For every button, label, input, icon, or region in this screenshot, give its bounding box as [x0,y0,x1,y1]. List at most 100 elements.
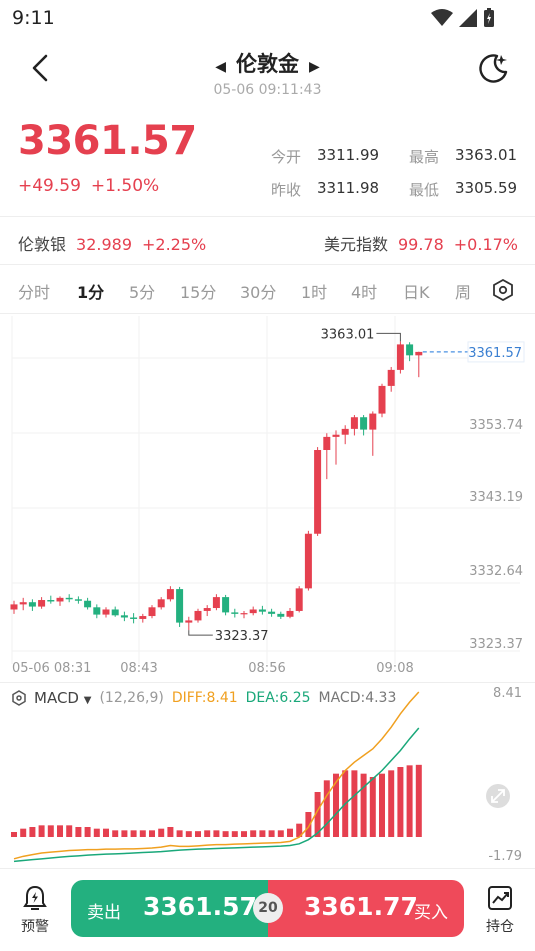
related-name: 伦敦银 [18,235,67,254]
macd-bar [75,827,82,837]
candle-body [249,609,257,614]
macd-bar [259,830,266,837]
candle-body [10,604,18,610]
current-price-line: 3361.57 [422,341,525,363]
y-tick-label: 3343.19 [469,490,523,505]
indicator-selector[interactable]: MACD ▼ [34,689,91,707]
chart-settings-icon[interactable] [493,279,513,301]
dropdown-icon: ▼ [83,695,92,706]
macd-bar [241,831,247,837]
indicator-settings-icon[interactable] [12,690,26,706]
sell-button[interactable]: 卖出 3361.57 [71,880,268,937]
macd-bar [84,827,91,837]
alert-button[interactable]: 预警 [10,884,60,936]
candle-body [47,600,55,602]
tab-30min[interactable]: 30分 [240,279,276,303]
candle-body [314,450,322,534]
divider [0,313,535,314]
candle-body [258,609,266,612]
current-price-tag: 3361.57 [468,346,522,361]
macd-bar [167,827,174,837]
macd-bar [112,830,119,837]
macd-bar [158,828,165,837]
positions-button[interactable]: 持仓 [475,884,525,936]
macd-value: MACD:4.33 [318,690,397,706]
macd-y-min: -1.79 [488,849,522,864]
candle-body [148,607,156,617]
macd-bar [250,830,257,837]
low-value: 3305.59 [455,179,518,197]
prev-symbol-icon[interactable]: ◀ [215,59,226,75]
tab-1hour[interactable]: 1时 [301,279,327,303]
candle-body [378,385,386,414]
night-mode-icon[interactable] [475,50,511,86]
macd-bar [121,830,128,837]
next-symbol-icon[interactable]: ▶ [309,59,320,75]
expand-icon[interactable] [486,784,510,808]
macd-bar [222,831,229,837]
title-block: ◀ 伦敦金 ▶ 05-06 09:11:43 [0,48,535,98]
tab-15min[interactable]: 15分 [180,279,216,303]
candle-body [277,613,285,617]
macd-bar [57,825,63,837]
macd-bar [323,780,330,837]
tab-5min[interactable]: 5分 [129,279,155,303]
macd-params: (12,26,9) [99,690,164,706]
low-label: 最低 [409,181,440,199]
macd-bar [287,828,293,837]
macd-bar [139,830,146,837]
candle-body [350,417,358,429]
divider [0,868,535,869]
change-percent: +1.50% [90,176,160,196]
prev-close-label: 昨收 [271,181,302,199]
buy-label: 买入 [414,903,448,923]
related-item-silver[interactable]: 伦敦银 32.989 +2.25% [18,231,216,255]
buy-button[interactable]: 3361.77 买入 [268,880,464,937]
status-bar: 9:11 [0,0,535,36]
candle-body [406,344,414,356]
high-marker: 3363.01 [321,327,401,342]
candle-body [176,589,184,623]
macd-bar [369,777,376,837]
symbol-switcher[interactable]: ◀ 伦敦金 ▶ [0,48,535,78]
candle-body [369,413,377,430]
wifi-icon [431,9,453,26]
related-price: 99.78 [397,235,444,254]
tab-weekly[interactable]: 周 [455,279,471,303]
divider [0,682,535,683]
chart-grid [11,316,520,664]
macd-bar [388,770,395,837]
dea-line [13,727,420,863]
sell-price: 3361.57 [143,892,257,921]
candle-body [111,609,119,616]
alert-label: 预警 [21,919,49,935]
prev-close-value: 3311.98 [317,179,380,197]
y-tick-label: 3353.74 [469,418,523,433]
macd-bar [103,828,109,837]
candle-body [28,602,36,607]
tab-daily[interactable]: 日K [403,279,430,303]
tab-timeshare[interactable]: 分时 [18,279,50,303]
macd-bar [213,830,220,837]
high-label: 最高 [409,148,440,166]
candle-body [19,602,27,605]
candle-body [38,600,46,607]
candlestick-chart[interactable]: 3353.74 3343.19 3332.64 3323.37 05-06 08… [0,316,535,686]
tab-4hour[interactable]: 4时 [351,279,377,303]
dea-value: DEA:6.25 [245,690,311,706]
status-icons [431,8,495,28]
macd-bar [20,828,27,837]
candle-body [139,616,147,619]
open-label: 今开 [271,148,302,166]
divider [0,216,535,217]
candles [10,341,423,631]
divider [0,264,535,265]
y-tick-label: 3332.64 [469,564,523,579]
tab-1min[interactable]: 1分 [77,279,104,303]
macd-bar [397,767,404,837]
last-price: 3361.57 [18,118,197,164]
related-item-dollar-index[interactable]: 美元指数 99.78 +0.17% [324,231,518,255]
macd-bar [406,765,413,837]
macd-bar [195,831,201,837]
candle-body [157,599,165,608]
